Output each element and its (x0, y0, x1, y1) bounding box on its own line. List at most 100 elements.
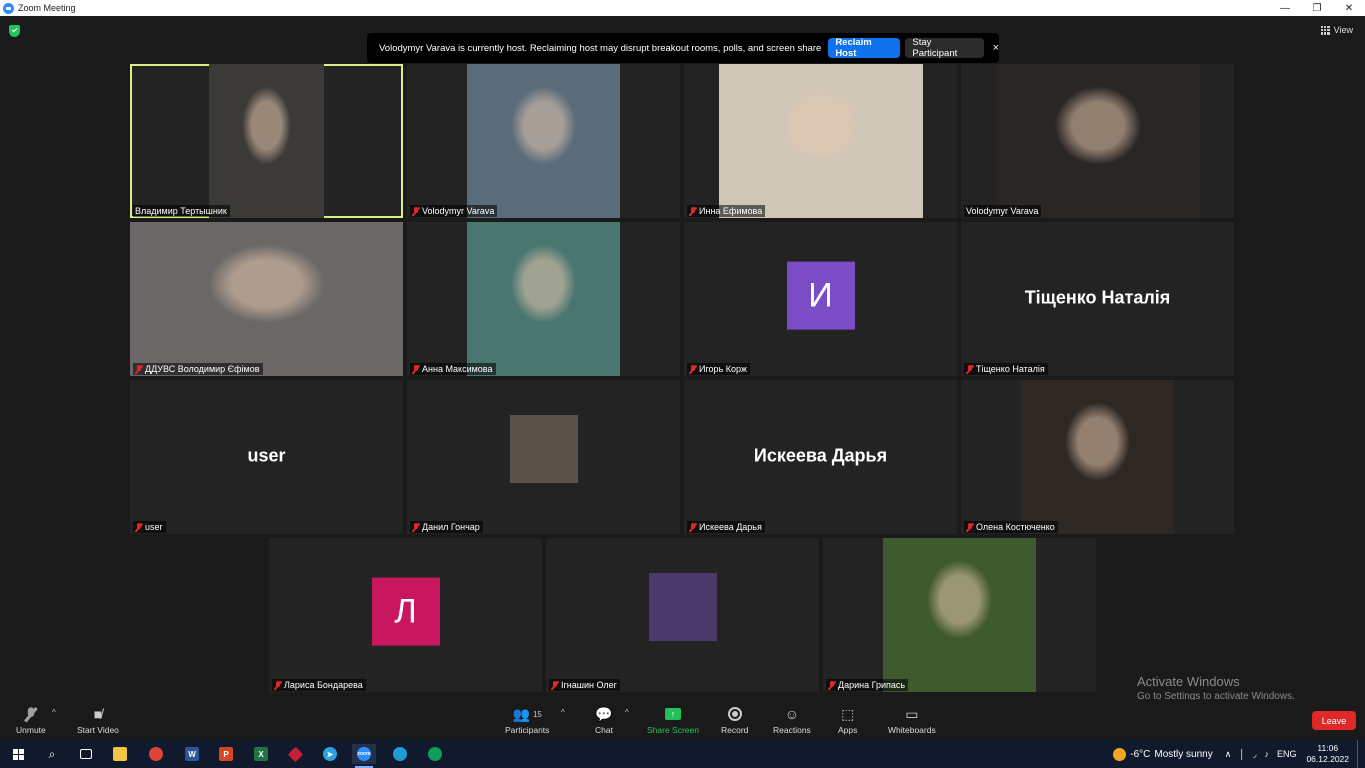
participant-name: Игорь Корж (699, 364, 748, 374)
participant-tile[interactable]: Volodymyr Varava (407, 64, 680, 218)
participant-tile[interactable]: Дарина Грипась (823, 538, 1096, 692)
apps-button[interactable]: ⬚ Apps (838, 704, 858, 736)
participant-name: Данил Гончар (422, 522, 480, 532)
language-indicator[interactable]: ENG (1277, 749, 1297, 759)
record-label: Record (721, 725, 749, 735)
participant-tile[interactable]: Данил Гончар (407, 380, 680, 534)
participant-name-label: Лариса Бондарева (272, 679, 366, 691)
mic-muted-icon (135, 522, 143, 532)
mic-muted-icon (689, 522, 697, 532)
telegram-icon[interactable]: ➤ (318, 744, 342, 764)
view-button[interactable]: View (1320, 25, 1353, 35)
windows-taskbar: ⌕ W P X ➤ zoom -6°C Mostly sunny ∧ │ ◞ ♪… (0, 740, 1365, 768)
participant-name-label: Искеева Дарья (687, 521, 765, 533)
chrome-icon[interactable] (144, 744, 168, 764)
participant-name-label: Дарина Грипась (826, 679, 909, 691)
share-screen-button[interactable]: ↑ Share Screen (647, 704, 699, 735)
participant-tile[interactable]: user user (130, 380, 403, 534)
participant-tile[interactable]: Л Лариса Бондарева (269, 538, 542, 692)
chat-chevron-icon[interactable]: ^ (625, 708, 629, 717)
participants-icon: 👥 15 (512, 705, 542, 722)
participant-name-label: Владимир Тертышник (133, 205, 230, 217)
participant-tile[interactable]: Олена Костюченко (961, 380, 1234, 534)
mic-muted-icon (966, 364, 974, 374)
chat-button[interactable]: 💬 Chat (595, 704, 613, 736)
participant-name: ДДУВС Володимир Єфімов (145, 364, 260, 374)
participant-name: Анна Максимова (422, 364, 493, 374)
start-video-button[interactable]: ■̸ Start Video (77, 704, 119, 735)
participants-label: Participants (505, 725, 550, 735)
apps-label: Apps (838, 725, 858, 735)
start-video-label: Start Video (77, 725, 119, 735)
chrome-second-icon[interactable] (423, 744, 447, 764)
reactions-icon: ☺ (784, 706, 800, 722)
taskbar-clock[interactable]: 11:06 06.12.2022 (1306, 743, 1349, 765)
activate-windows-watermark: Activate Windows Go to Settings to activ… (1137, 674, 1295, 702)
share-screen-label: Share Screen (647, 725, 699, 735)
participant-tile[interactable]: Тіщенко Наталія Тіщенко Наталія (961, 222, 1234, 376)
view-label: View (1333, 25, 1353, 35)
participant-tile[interactable]: Искеева Дарья Искеева Дарья (684, 380, 957, 534)
leave-button[interactable]: Leave (1312, 711, 1356, 730)
participant-display-name: Искеева Дарья (753, 445, 888, 466)
search-icon[interactable]: ⌕ (40, 744, 64, 764)
participant-tile[interactable]: Ігнашин Олег (546, 538, 819, 692)
close-button[interactable]: ✕ (1333, 0, 1365, 16)
restore-button[interactable]: ❐ (1301, 0, 1333, 16)
app-red-icon[interactable] (283, 744, 307, 764)
mic-muted-icon (828, 680, 836, 690)
volume-icon[interactable]: ♪ (1264, 749, 1269, 759)
reclaim-host-button[interactable]: Reclaim Host (828, 37, 901, 59)
word-icon[interactable]: W (180, 744, 204, 764)
minimize-button[interactable]: — (1269, 0, 1301, 16)
participant-tile[interactable]: И Игорь Корж (684, 222, 957, 376)
start-button[interactable] (6, 744, 30, 764)
mic-muted-icon (966, 522, 974, 532)
participant-tile[interactable]: Владимир Тертышник (130, 64, 403, 218)
participant-tile[interactable]: ДДУВС Володимир Єфімов (130, 222, 403, 376)
participant-name: Тіщенко Наталія (976, 364, 1045, 374)
mic-muted-icon (551, 680, 559, 690)
whiteboard-icon: ▭ (905, 705, 919, 722)
audio-options-chevron-icon[interactable]: ^ (52, 708, 56, 717)
mic-muted-icon (27, 704, 35, 724)
participants-chevron-icon[interactable]: ^ (561, 708, 565, 717)
participant-name: Искеева Дарья (699, 522, 762, 532)
record-button[interactable]: Record (721, 704, 748, 735)
show-desktop-button[interactable] (1357, 740, 1365, 768)
title-bar: Zoom Meeting — ❐ ✕ (0, 0, 1365, 16)
participant-name: Олена Костюченко (976, 522, 1055, 532)
network-icon[interactable]: ◞ (1253, 749, 1257, 760)
encryption-shield-icon[interactable] (9, 25, 20, 37)
participant-video (467, 222, 620, 376)
participant-name-label: ДДУВС Володимир Єфімов (133, 363, 263, 375)
participant-display-name: Тіщенко Наталія (1024, 287, 1171, 308)
participant-name: Volodymyr Varava (422, 206, 495, 216)
participant-name-label: Игорь Корж (687, 363, 751, 375)
excel-icon[interactable]: X (249, 744, 273, 764)
banner-close-icon[interactable]: × (993, 42, 999, 54)
weather-widget[interactable]: -6°C Mostly sunny (1113, 747, 1213, 761)
edge-icon[interactable] (388, 744, 412, 764)
participant-tile[interactable]: Инна Ефимова (684, 64, 957, 218)
tray-chevron-icon[interactable]: ∧ (1225, 749, 1232, 760)
participant-name-label: Тіщенко Наталія (964, 363, 1048, 375)
mic-muted-icon (135, 364, 143, 374)
reactions-button[interactable]: ☺ Reactions (773, 704, 811, 735)
stay-participant-button[interactable]: Stay Participant (905, 37, 984, 59)
participant-video (719, 64, 923, 218)
zoom-taskbar-icon[interactable]: zoom (352, 744, 376, 768)
participant-tile[interactable]: Volodymyr Varava (961, 64, 1234, 218)
file-explorer-icon[interactable] (108, 744, 132, 764)
task-view-icon[interactable] (74, 744, 98, 764)
powerpoint-icon[interactable]: P (214, 744, 238, 764)
participants-button[interactable]: 👥 15 Participants (505, 704, 550, 736)
mic-tray-icon[interactable]: │ (1239, 749, 1245, 759)
whiteboards-button[interactable]: ▭ Whiteboards (888, 704, 936, 736)
participants-count: 15 (532, 709, 542, 719)
participant-video (883, 538, 1036, 692)
participant-name-label: Данил Гончар (410, 521, 483, 533)
unmute-button[interactable]: Unmute (16, 704, 46, 735)
participant-tile[interactable]: Анна Максимова (407, 222, 680, 376)
participant-video (130, 222, 403, 376)
